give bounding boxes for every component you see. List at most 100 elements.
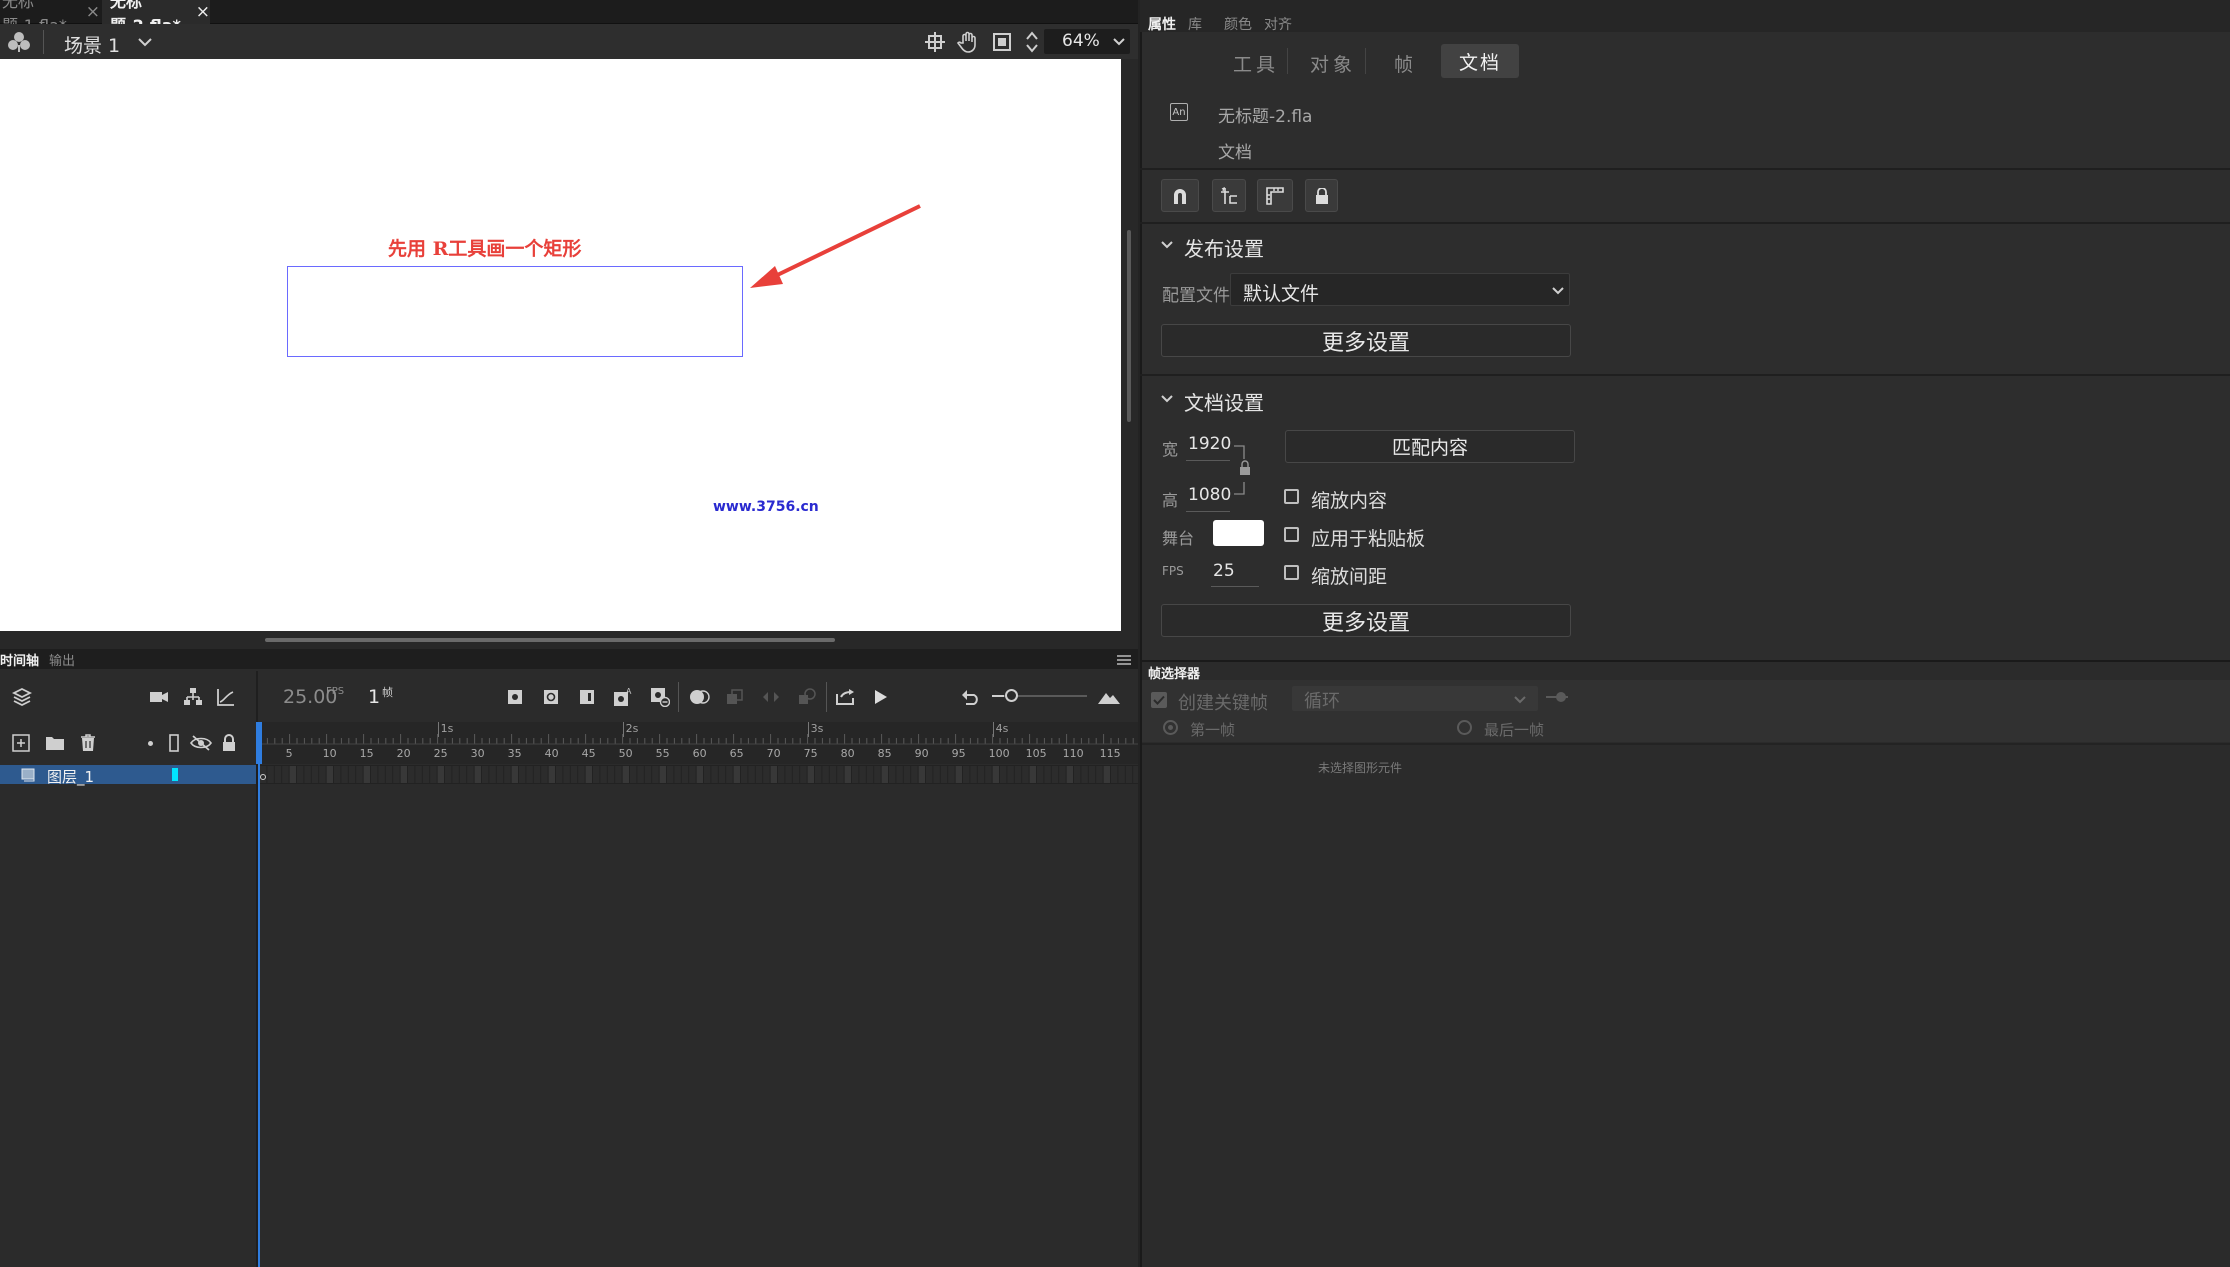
frame-cell[interactable] bbox=[615, 766, 622, 783]
frame-cell[interactable] bbox=[334, 766, 341, 783]
frame-readout[interactable]: 1 bbox=[368, 686, 380, 708]
playhead-handle[interactable] bbox=[256, 722, 262, 764]
onion-skin-icon[interactable] bbox=[684, 682, 714, 712]
frame-cell[interactable] bbox=[652, 766, 659, 783]
frame-cell[interactable] bbox=[437, 766, 444, 783]
frame-cell[interactable] bbox=[570, 766, 578, 783]
frame-cell[interactable] bbox=[896, 766, 903, 783]
doc-tab-2[interactable]: 无标题-2.fla* × bbox=[102, 0, 210, 35]
subtab-tool[interactable]: 工具 bbox=[1233, 50, 1279, 77]
frame-cell[interactable] bbox=[852, 766, 859, 783]
frame-cell[interactable] bbox=[770, 766, 777, 783]
frame-cell[interactable] bbox=[533, 766, 541, 783]
clip-stage-icon[interactable] bbox=[987, 27, 1017, 57]
publish-settings-title[interactable]: 发布设置 bbox=[1184, 233, 1264, 262]
frame-cell[interactable] bbox=[482, 766, 489, 783]
frame-cell[interactable] bbox=[489, 766, 496, 783]
aspect-link-icon[interactable] bbox=[1232, 444, 1254, 496]
frame-cell[interactable] bbox=[1014, 766, 1022, 783]
frame-cell[interactable] bbox=[970, 766, 977, 783]
zoom-slider-handle[interactable] bbox=[1005, 689, 1018, 702]
layer-name[interactable]: 图层_1 bbox=[47, 766, 94, 787]
frame-cell[interactable] bbox=[371, 766, 378, 783]
frame-cell[interactable] bbox=[837, 766, 844, 783]
frame-cell[interactable] bbox=[659, 766, 666, 783]
frame-cell[interactable] bbox=[297, 766, 304, 783]
frame-cell[interactable] bbox=[792, 766, 800, 783]
scene-label[interactable]: 场景 1 bbox=[64, 31, 120, 58]
frame-cell[interactable] bbox=[689, 766, 696, 783]
timeline-tab[interactable]: 时间轴 bbox=[0, 650, 39, 669]
frame-cell[interactable] bbox=[926, 766, 933, 783]
clear-keyframe-icon[interactable] bbox=[645, 682, 675, 712]
frame-cell[interactable] bbox=[326, 766, 333, 783]
panel-menu-icon[interactable] bbox=[1112, 651, 1136, 669]
frame-cell[interactable] bbox=[282, 766, 289, 783]
layers-icon[interactable] bbox=[7, 682, 37, 712]
frame-cell[interactable] bbox=[859, 766, 866, 783]
frame-cell[interactable] bbox=[630, 766, 637, 783]
frame-cell[interactable] bbox=[800, 766, 807, 783]
frame-cell[interactable] bbox=[1074, 766, 1081, 783]
frame-cell[interactable] bbox=[341, 766, 348, 783]
frame-cell[interactable] bbox=[348, 766, 356, 783]
frame-cell[interactable] bbox=[807, 766, 814, 783]
frame-cell[interactable] bbox=[881, 766, 888, 783]
frame-cell[interactable] bbox=[667, 766, 674, 783]
panel-tab-align[interactable]: 对齐 bbox=[1264, 14, 1292, 34]
frame-cell[interactable] bbox=[267, 766, 274, 783]
frame-cell[interactable] bbox=[1096, 766, 1103, 783]
frame-cell[interactable] bbox=[422, 766, 430, 783]
height-value[interactable]: 1080 bbox=[1188, 485, 1231, 505]
frame-cell[interactable] bbox=[748, 766, 755, 783]
frame-cell[interactable] bbox=[1022, 766, 1029, 783]
frame-cell[interactable] bbox=[541, 766, 548, 783]
frame-cell[interactable] bbox=[400, 766, 407, 783]
frame-cell[interactable] bbox=[519, 766, 526, 783]
frame-cell[interactable] bbox=[933, 766, 940, 783]
doc-tab-1[interactable]: 无标题-1.fla* × bbox=[0, 0, 100, 35]
frame-cell[interactable] bbox=[726, 766, 733, 783]
frame-cell[interactable] bbox=[918, 766, 925, 783]
frame-cell[interactable] bbox=[948, 766, 955, 783]
camera-icon[interactable] bbox=[144, 682, 174, 712]
frame-cell[interactable] bbox=[363, 766, 370, 783]
frame-cell[interactable] bbox=[741, 766, 748, 783]
frame-cell[interactable] bbox=[778, 766, 785, 783]
frame-cell[interactable] bbox=[304, 766, 311, 783]
frame-cell[interactable] bbox=[889, 766, 896, 783]
snap-magnet-button[interactable] bbox=[1161, 179, 1199, 212]
frame-cell[interactable] bbox=[452, 766, 459, 783]
center-stage-icon[interactable] bbox=[920, 27, 950, 57]
layer-color-swatch[interactable] bbox=[172, 768, 178, 781]
apply-pasteboard-checkbox[interactable] bbox=[1284, 527, 1299, 542]
match-contents-button[interactable]: 匹配内容 bbox=[1285, 430, 1575, 463]
fps-value[interactable]: 25 bbox=[1213, 561, 1235, 581]
frame-cell[interactable] bbox=[311, 766, 319, 783]
zoom-field[interactable]: 64% bbox=[1044, 29, 1130, 54]
frame-cell[interactable] bbox=[755, 766, 763, 783]
frame-cell[interactable] bbox=[1029, 766, 1036, 783]
frame-cell[interactable] bbox=[1000, 766, 1007, 783]
lock-button[interactable] bbox=[1305, 179, 1338, 212]
frame-cell[interactable] bbox=[600, 766, 607, 783]
frame-cell[interactable] bbox=[940, 766, 948, 783]
insert-blank-keyframe-icon[interactable] bbox=[536, 682, 566, 712]
new-layer-icon[interactable] bbox=[6, 728, 36, 758]
doc-tab-1-close-icon[interactable]: × bbox=[86, 2, 100, 22]
delete-layer-icon[interactable] bbox=[73, 728, 103, 758]
output-tab[interactable]: 输出 bbox=[49, 650, 75, 669]
graph-icon[interactable] bbox=[211, 682, 241, 712]
width-value[interactable]: 1920 bbox=[1188, 434, 1231, 454]
frame-cell[interactable] bbox=[1133, 766, 1138, 783]
profile-select[interactable]: 默认文件 bbox=[1230, 273, 1570, 306]
frame-cell[interactable] bbox=[815, 766, 822, 783]
auto-keyframe-icon[interactable]: A bbox=[608, 682, 638, 712]
frame-cell[interactable] bbox=[1111, 766, 1118, 783]
visibility-off-icon[interactable] bbox=[186, 728, 216, 758]
frame-cell[interactable] bbox=[408, 766, 415, 783]
undo-icon[interactable] bbox=[956, 682, 986, 712]
stage-color-swatch[interactable] bbox=[1213, 520, 1264, 546]
zoom-stepper-icon[interactable] bbox=[1017, 27, 1047, 57]
panel-tab-color[interactable]: 颜色 bbox=[1224, 14, 1252, 34]
